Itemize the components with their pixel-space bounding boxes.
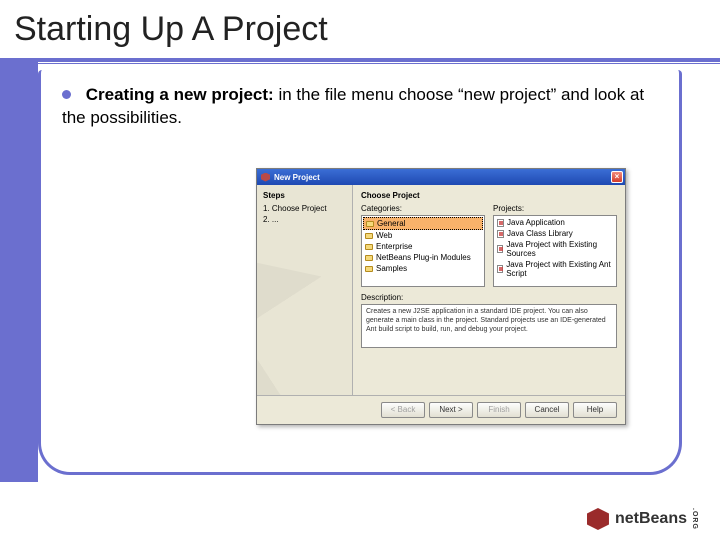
project-item[interactable]: Java Class Library: [495, 228, 615, 239]
back-button[interactable]: < Back: [381, 402, 425, 418]
project-label: Java Project with Existing Ant Script: [506, 260, 613, 278]
folder-icon: [365, 255, 373, 261]
project-icon: [497, 265, 503, 273]
folder-icon: [365, 244, 373, 250]
project-item[interactable]: Java Project with Existing Ant Script: [495, 259, 615, 279]
category-label: NetBeans Plug-in Modules: [376, 253, 471, 262]
dialog-button-row: < Back Next > Finish Cancel Help: [257, 396, 625, 424]
title-underline: [0, 58, 720, 62]
logo-text: netBeans: [615, 510, 687, 528]
finish-button[interactable]: Finish: [477, 402, 521, 418]
help-button[interactable]: Help: [573, 402, 617, 418]
category-item-plugins[interactable]: NetBeans Plug-in Modules: [363, 252, 483, 263]
projects-listbox[interactable]: Java Application Java Class Library Java…: [493, 215, 617, 287]
category-item-enterprise[interactable]: Enterprise: [363, 241, 483, 252]
cancel-button[interactable]: Cancel: [525, 402, 569, 418]
folder-icon: [365, 233, 373, 239]
description-box: Creates a new J2SE application in a stan…: [361, 304, 617, 348]
category-label: Web: [376, 231, 392, 240]
category-item-web[interactable]: Web: [363, 230, 483, 241]
category-label: Enterprise: [376, 242, 412, 251]
new-project-dialog: New Project × Steps 1. Choose Project 2.…: [256, 168, 626, 425]
netbeans-logo: netBeans .ORG: [587, 508, 698, 530]
slide-title: Starting Up A Project: [14, 10, 328, 49]
category-label: General: [377, 219, 405, 228]
title-underline-thin: [0, 63, 720, 64]
description-label: Description:: [361, 293, 617, 302]
categories-listbox[interactable]: General Web Enterprise NetBeans Plug-in …: [361, 215, 485, 287]
categories-label: Categories:: [361, 204, 485, 213]
project-item[interactable]: Java Project with Existing Sources: [495, 239, 615, 259]
steps-list: 1. Choose Project 2. ...: [263, 204, 346, 224]
next-button[interactable]: Next >: [429, 402, 473, 418]
bullet-icon: [62, 90, 71, 99]
dialog-title: New Project: [274, 173, 320, 182]
dialog-titlebar[interactable]: New Project ×: [257, 169, 625, 185]
project-icon: [497, 230, 504, 238]
left-accent-column: [0, 62, 38, 482]
step-item: 1. Choose Project: [263, 204, 346, 213]
category-item-general[interactable]: General: [363, 217, 483, 230]
logo-suffix: .ORG: [691, 508, 698, 530]
folder-icon: [365, 266, 373, 272]
steps-pane: Steps 1. Choose Project 2. ...: [257, 185, 353, 395]
project-label: Java Project with Existing Sources: [506, 240, 613, 258]
app-icon: [261, 173, 270, 182]
category-item-samples[interactable]: Samples: [363, 263, 483, 274]
project-label: Java Class Library: [507, 229, 573, 238]
step-item: 2. ...: [263, 215, 346, 224]
project-icon: [497, 219, 504, 227]
netbeans-cube-icon: [587, 508, 609, 530]
choose-project-heading: Choose Project: [361, 191, 617, 200]
bullet-bold: Creating a new project:: [86, 85, 274, 104]
category-label: Samples: [376, 264, 407, 273]
steps-bg-decor: [257, 262, 353, 395]
project-label: Java Application: [507, 218, 565, 227]
folder-icon: [366, 221, 374, 227]
close-icon[interactable]: ×: [611, 171, 623, 183]
steps-heading: Steps: [263, 191, 346, 200]
slide-bullet: Creating a new project: in the file menu…: [62, 84, 652, 130]
projects-label: Projects:: [493, 204, 617, 213]
project-item[interactable]: Java Application: [495, 217, 615, 228]
project-icon: [497, 245, 503, 253]
